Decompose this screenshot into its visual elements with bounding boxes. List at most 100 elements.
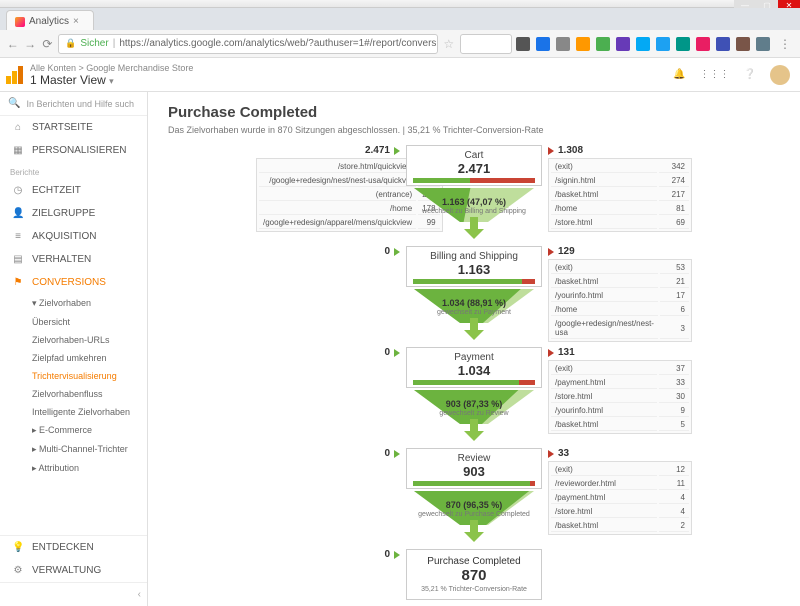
funnel-continue-sublabel: gewechselt zu Review <box>406 410 542 417</box>
funnel-step: Cart 2.471 1.163 (47,07 %) weechselt zu … <box>406 145 542 246</box>
arrow-out-icon <box>548 248 554 256</box>
table-row: /signin.html274 <box>551 175 689 187</box>
extension-row: ⋮ <box>516 35 794 53</box>
subnav-goals[interactable]: ▾ Zielvorhaben <box>16 294 147 313</box>
funnel-step-box: Review 903 <box>406 448 542 489</box>
down-arrow-icon <box>461 217 487 239</box>
reload-button[interactable]: ⟳ <box>41 35 54 53</box>
extension-icon[interactable] <box>676 37 690 51</box>
behavior-icon: ▤ <box>12 254 24 265</box>
view-selector[interactable]: 1 Master View ▾ <box>30 73 193 87</box>
address-bar[interactable]: 🔒 Sicher | https://analytics.google.com/… <box>58 34 438 54</box>
table-row: /payment.html4 <box>551 492 689 504</box>
arrow-in-icon <box>394 349 400 357</box>
sidebar-item-admin[interactable]: ⚙VERWALTUNG <box>0 559 147 582</box>
funnel-continue-label: 1.163 (47,07 %) <box>406 197 542 207</box>
extension-icon[interactable] <box>516 37 530 51</box>
funnel-out-column: 129 (exit)53/basket.html21/yourinfo.html… <box>542 246 692 342</box>
funnel-step: Billing and Shipping 1.163 1.034 (88,91 … <box>406 246 542 347</box>
search-icon: 🔍 <box>8 98 20 109</box>
sidebar-item-conversions[interactable]: ⚑CONVERSIONS <box>0 271 147 294</box>
back-button[interactable]: ← <box>6 35 19 53</box>
funnel-step-box: Cart 2.471 <box>406 145 542 186</box>
report-main: Purchase Completed Das Zielvorhaben wurd… <box>148 92 800 606</box>
funnel-step-value: 903 <box>413 464 535 479</box>
table-row: /revieworder.html11 <box>551 478 689 490</box>
funnel-out-count: 33 <box>548 448 692 459</box>
extension-icon[interactable] <box>716 37 730 51</box>
apps-icon[interactable]: ⋮⋮⋮ <box>700 69 730 80</box>
secure-label: Sicher <box>80 38 108 49</box>
sidebar-item-audience[interactable]: 👤ZIELGRUPPE <box>0 202 147 225</box>
arrow-out-icon <box>548 450 554 458</box>
help-icon[interactable]: ❔ <box>744 69 756 80</box>
down-arrow-icon <box>461 520 487 542</box>
table-row: (exit)53 <box>551 262 689 274</box>
extension-icon[interactable] <box>596 37 610 51</box>
table-row: /google+redesign/nest/nest-usa3 <box>551 318 689 339</box>
forward-button[interactable]: → <box>23 35 36 53</box>
subnav-smart-goals[interactable]: Intelligente Zielvorhaben <box>16 403 147 421</box>
subnav-funnel-viz[interactable]: Trichtervisualisierung <box>16 367 147 385</box>
sidebar-collapse-button[interactable]: ‹ <box>0 582 147 606</box>
extension-icon[interactable] <box>656 37 670 51</box>
browser-menu-button[interactable]: ⋮ <box>776 35 794 53</box>
gear-icon: ⚙ <box>12 565 24 576</box>
funnel-out-count: 129 <box>548 246 692 257</box>
extension-icon[interactable] <box>536 37 550 51</box>
browser-search-box[interactable] <box>460 34 513 54</box>
funnel-step-value: 2.471 <box>413 161 535 176</box>
funnel-step: Payment 1.034 903 (87,33 %) gewechselt z… <box>406 347 542 448</box>
sidebar-item-home[interactable]: ⌂STARTSEITE <box>0 116 147 139</box>
extension-icon[interactable] <box>616 37 630 51</box>
funnel-step-box: Billing and Shipping 1.163 <box>406 246 542 287</box>
subnav-overview[interactable]: Übersicht <box>16 313 147 331</box>
breadcrumb[interactable]: Alle Konten > Google Merchandise Store <box>30 63 193 73</box>
sidebar-search[interactable]: 🔍 In Berichten und Hilfe such <box>0 92 147 116</box>
extension-icon[interactable] <box>696 37 710 51</box>
sidebar-item-personalize[interactable]: ▦PERSONALISIEREN <box>0 139 147 162</box>
page-subtitle: Das Zielvorhaben wurde in 870 Sitzungen … <box>168 125 780 135</box>
avatar[interactable] <box>770 65 790 85</box>
funnel-continue-label: 903 (87,33 %) <box>406 399 542 409</box>
sidebar-item-realtime[interactable]: ◷ECHTZEIT <box>0 179 147 202</box>
extension-icon[interactable] <box>556 37 570 51</box>
sidebar: 🔍 In Berichten und Hilfe such ⌂STARTSEIT… <box>0 92 148 606</box>
table-row: /yourinfo.html9 <box>551 405 689 417</box>
subnav-goal-flow[interactable]: Zielvorhabenfluss <box>16 385 147 403</box>
funnel-side-table: (exit)37/payment.html33/store.html30/you… <box>548 360 692 434</box>
funnel-in-column: 0 <box>256 246 406 259</box>
arrow-in-icon <box>394 147 400 155</box>
sidebar-item-discover[interactable]: 💡ENTDECKEN <box>0 536 147 559</box>
table-row: (exit)37 <box>551 363 689 375</box>
funnel-step: Review 903 870 (96,35 %) gewechselt zu P… <box>406 448 542 549</box>
funnel-out-count: 131 <box>548 347 692 358</box>
funnel-final-sub: 35,21 % Trichter-Conversion-Rate <box>417 586 531 593</box>
extension-icon[interactable] <box>636 37 650 51</box>
browser-tab-analytics[interactable]: Analytics × <box>6 10 94 30</box>
extension-icon[interactable] <box>576 37 590 51</box>
table-row: (exit)342 <box>551 161 689 173</box>
table-row: /basket.html21 <box>551 276 689 288</box>
subnav-multichannel[interactable]: ▸ Multi-Channel-Trichter <box>16 440 147 459</box>
close-tab-icon[interactable]: × <box>73 16 79 27</box>
star-icon[interactable]: ☆ <box>442 35 455 53</box>
arrow-in-icon <box>394 450 400 458</box>
dashboard-icon: ▦ <box>12 145 24 156</box>
subnav-ecommerce[interactable]: ▸ E-Commerce <box>16 421 147 440</box>
subnav-urls[interactable]: Zielvorhaben-URLs <box>16 331 147 349</box>
browser-toolbar: ← → ⟳ 🔒 Sicher | https://analytics.googl… <box>0 30 800 58</box>
extension-icon[interactable] <box>736 37 750 51</box>
sidebar-item-acquisition[interactable]: ≡AKQUISITION <box>0 225 147 248</box>
subnav-reverse[interactable]: Zielpfad umkehren <box>16 349 147 367</box>
funnel-step-bar <box>413 178 535 183</box>
notifications-icon[interactable]: 🔔 <box>673 69 685 80</box>
extension-icon[interactable] <box>756 37 770 51</box>
sidebar-item-behavior[interactable]: ▤VERHALTEN <box>0 248 147 271</box>
funnel-continue-label: 1.034 (88,91 %) <box>406 298 542 308</box>
acquisition-icon: ≡ <box>12 231 24 242</box>
home-icon: ⌂ <box>12 122 24 133</box>
subnav-attribution[interactable]: ▸ Attribution <box>16 459 147 478</box>
down-arrow-icon <box>461 318 487 340</box>
chevron-down-icon: ▾ <box>109 76 114 86</box>
